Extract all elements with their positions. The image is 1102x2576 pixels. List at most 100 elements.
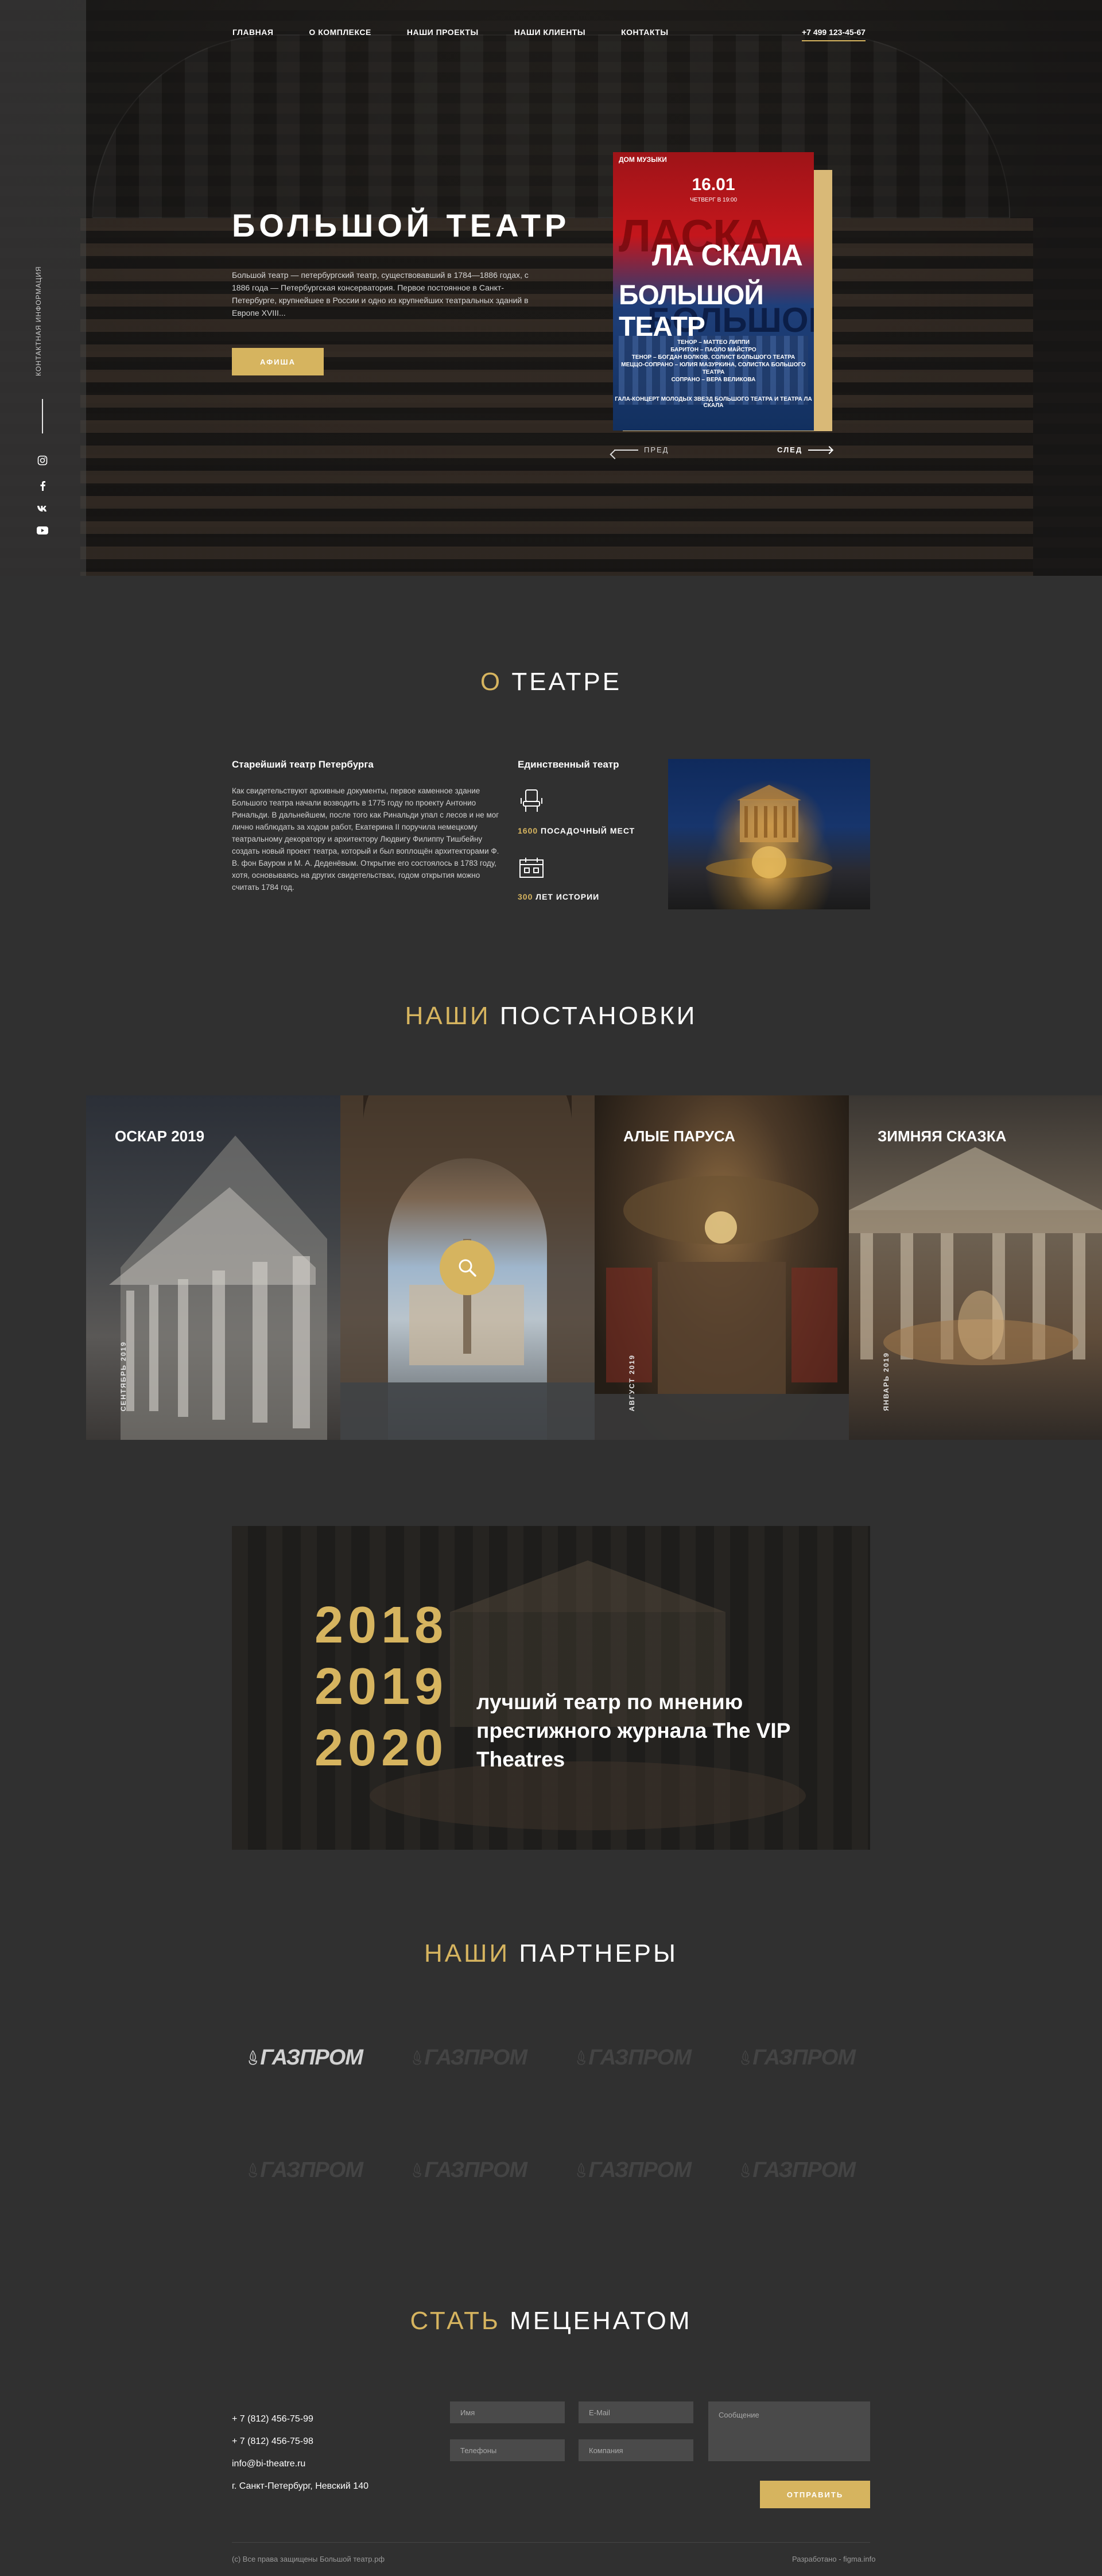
patron-title-rest: МЕЦЕНАТОМ	[500, 2307, 692, 2335]
gazprom-flame-icon	[741, 2050, 750, 2065]
production-card-scarlet-sails[interactable]: АЛЫЕ ПАРУСА АВГУСТ 2019	[595, 1095, 849, 1440]
award-year: 2019	[315, 1658, 448, 1715]
arrow-right-icon	[808, 449, 833, 451]
partners-title: НАШИ ПАРТНЕРЫ	[0, 1939, 1102, 1968]
nav-clients[interactable]: НАШИ КЛИЕНТЫ	[514, 28, 585, 37]
afisha-button[interactable]: АФИША	[232, 348, 324, 375]
hero-description: Большой театр — петербургский театр, сущ…	[232, 270, 529, 317]
partner-logo[interactable]: ГАЗПРОМ	[740, 2029, 856, 2086]
sidebar-divider	[42, 399, 43, 433]
nav-home[interactable]: ГЛАВНАЯ	[232, 28, 273, 37]
developer-credit[interactable]: Разработано - figma.info	[792, 2555, 876, 2563]
partner-logo[interactable]: ГАЗПРОМ	[248, 2141, 363, 2199]
poster-date: 16.01	[692, 175, 735, 194]
gazprom-flame-icon	[249, 2162, 257, 2178]
patron-title-accent: СТАТЬ	[410, 2307, 500, 2335]
partner-name: ГАЗПРОМ	[588, 2045, 692, 2070]
partner-logo[interactable]: ГАЗПРОМ	[740, 2141, 856, 2199]
about-title-rest: ТЕАТРЕ	[502, 668, 622, 696]
production-date: СЕНТЯБРЬ 2019	[119, 1341, 127, 1411]
contact-sidebar: КОНТАКТНАЯ ИНФОРМАЦИЯ	[0, 0, 86, 576]
poster-title-2: БОЛЬШОЙ ТЕАТР	[619, 280, 764, 342]
seat-icon	[519, 788, 544, 814]
production-card-oscar[interactable]: ОСКАР 2019 СЕНТЯБРЬ 2019	[86, 1095, 340, 1440]
youtube-icon[interactable]	[33, 524, 52, 537]
about-title-accent: О	[480, 668, 503, 696]
production-title: ЗИМНЯЯ СКАЗКА	[878, 1128, 1007, 1145]
instagram-icon[interactable]	[33, 454, 52, 467]
partner-name: ГАЗПРОМ	[752, 2045, 856, 2070]
production-title: ОСКАР 2019	[115, 1128, 205, 1145]
partner-name: ГАЗПРОМ	[260, 2157, 363, 2182]
partner-logo[interactable]: ГАЗПРОМ	[576, 2141, 692, 2199]
poster-time: ЧЕТВЕРГ В 19:00	[689, 197, 738, 203]
partners-title-accent: НАШИ	[424, 1939, 510, 1967]
production-card-winter-tale[interactable]: ЗИМНЯЯ СКАЗКА ЯНВАРЬ 2019	[849, 1095, 1102, 1440]
gazprom-flame-icon	[413, 2050, 421, 2065]
contact-phone-1[interactable]: + 7 (812) 456-75-99	[232, 2414, 313, 2424]
main-navigation: ГЛАВНАЯ О КОМПЛЕКСЕ НАШИ ПРОЕКТЫ НАШИ КЛ…	[232, 28, 704, 37]
gazprom-flame-icon	[577, 2050, 585, 2065]
footer-divider	[232, 2542, 870, 2543]
prev-label: ПРЕД	[644, 446, 669, 454]
partner-name: ГАЗПРОМ	[260, 2045, 363, 2070]
hero-title: БОЛЬШОЙ ТЕАТР	[232, 207, 571, 243]
about-unique-heading: Единственный театр	[518, 759, 619, 770]
header-phone-link[interactable]: +7 499 123-45-67	[802, 28, 866, 41]
partner-name: ГАЗПРОМ	[424, 2045, 527, 2070]
partner-name: ГАЗПРОМ	[424, 2157, 527, 2182]
contact-info-label[interactable]: КОНТАКТНАЯ ИНФОРМАЦИЯ	[34, 261, 51, 376]
vk-icon[interactable]	[33, 502, 52, 516]
company-field[interactable]: Компания	[579, 2439, 693, 2461]
nav-about-complex[interactable]: О КОМПЛЕКСЕ	[309, 28, 371, 37]
history-stat-label: ЛЕТ ИСТОРИИ	[533, 892, 600, 901]
hero-background-arch	[92, 34, 1010, 218]
poster-next-button[interactable]: СЛЕД	[777, 446, 833, 454]
partner-name: ГАЗПРОМ	[752, 2157, 856, 2182]
partner-logo[interactable]: ГАЗПРОМ	[576, 2029, 692, 2086]
facebook-icon[interactable]	[33, 479, 52, 493]
message-field[interactable]: Сообщение	[708, 2401, 870, 2461]
productions-title-accent: НАШИ	[405, 1002, 491, 1030]
event-poster[interactable]: ДОМ МУЗЫКИ 16.01 ЧЕТВЕРГ В 19:00 ЛАСКА Л…	[613, 152, 814, 431]
partner-logo[interactable]: ГАЗПРОМ	[412, 2141, 527, 2199]
theatre-night-photo	[668, 759, 870, 909]
copyright-text: (c) Все права защищены Большой театр.рф	[232, 2555, 385, 2563]
production-card-arch[interactable]	[340, 1095, 595, 1440]
phone-field[interactable]: Телефоны	[450, 2439, 565, 2461]
nav-contacts[interactable]: КОНТАКТЫ	[621, 28, 668, 37]
award-banner: 2018 2019 2020 лучший театр по мнению пр…	[232, 1526, 870, 1850]
search-icon[interactable]	[440, 1240, 495, 1295]
award-year: 2020	[315, 1719, 448, 1777]
about-heading: Старейший театр Петербурга	[232, 759, 374, 770]
about-title: О ТЕАТРЕ	[0, 668, 1102, 696]
poster-footer: ГАЛА-КОНЦЕРТ МОЛОДЫХ ЗВЕЗД БОЛЬШОГО ТЕАТ…	[615, 396, 812, 409]
poster-title-1: ЛА СКАЛА	[651, 239, 803, 272]
gazprom-flame-icon	[577, 2162, 585, 2178]
next-label: СЛЕД	[777, 446, 803, 454]
seats-stat-label: ПОСАДОЧНЫЙ МЕСТ	[538, 826, 635, 835]
hero-background-seats	[80, 218, 1033, 576]
partner-logo[interactable]: ГАЗПРОМ	[248, 2029, 363, 2086]
award-text: лучший театр по мнению престижного журна…	[476, 1690, 790, 1771]
email-field[interactable]: E-Mail	[579, 2401, 693, 2423]
contact-address: г. Санкт-Петербург, Невский 140	[232, 2481, 368, 2491]
about-text: Как свидетельствуют архивные документы, …	[232, 787, 499, 892]
poster-prev-button[interactable]: ПРЕД	[614, 446, 669, 454]
name-field[interactable]: Имя	[450, 2401, 565, 2423]
production-title: АЛЫЕ ПАРУСА	[623, 1128, 735, 1145]
partner-name: ГАЗПРОМ	[588, 2157, 692, 2182]
submit-button[interactable]: ОТПРАВИТЬ	[760, 2481, 870, 2508]
gazprom-flame-icon	[249, 2050, 257, 2065]
contact-email[interactable]: info@bi-theatre.ru	[232, 2459, 305, 2469]
history-stat: 300 ЛЕТ ИСТОРИИ	[518, 892, 599, 901]
arrow-left-icon	[614, 449, 638, 451]
seats-stat: 1600 ПОСАДОЧНЫЙ МЕСТ	[518, 826, 635, 835]
partner-logo[interactable]: ГАЗПРОМ	[412, 2029, 527, 2086]
poster-cast: ТЕНОР – МАТТЕО ЛИППИ БАРИТОН – ПАОЛО МАЙ…	[621, 339, 806, 383]
production-date: АВГУСТ 2019	[628, 1354, 636, 1411]
contact-phone-2[interactable]: + 7 (812) 456-75-98	[232, 2436, 313, 2447]
gazprom-flame-icon	[413, 2162, 421, 2178]
award-year: 2018	[315, 1597, 448, 1654]
nav-projects[interactable]: НАШИ ПРОЕКТЫ	[407, 28, 479, 37]
